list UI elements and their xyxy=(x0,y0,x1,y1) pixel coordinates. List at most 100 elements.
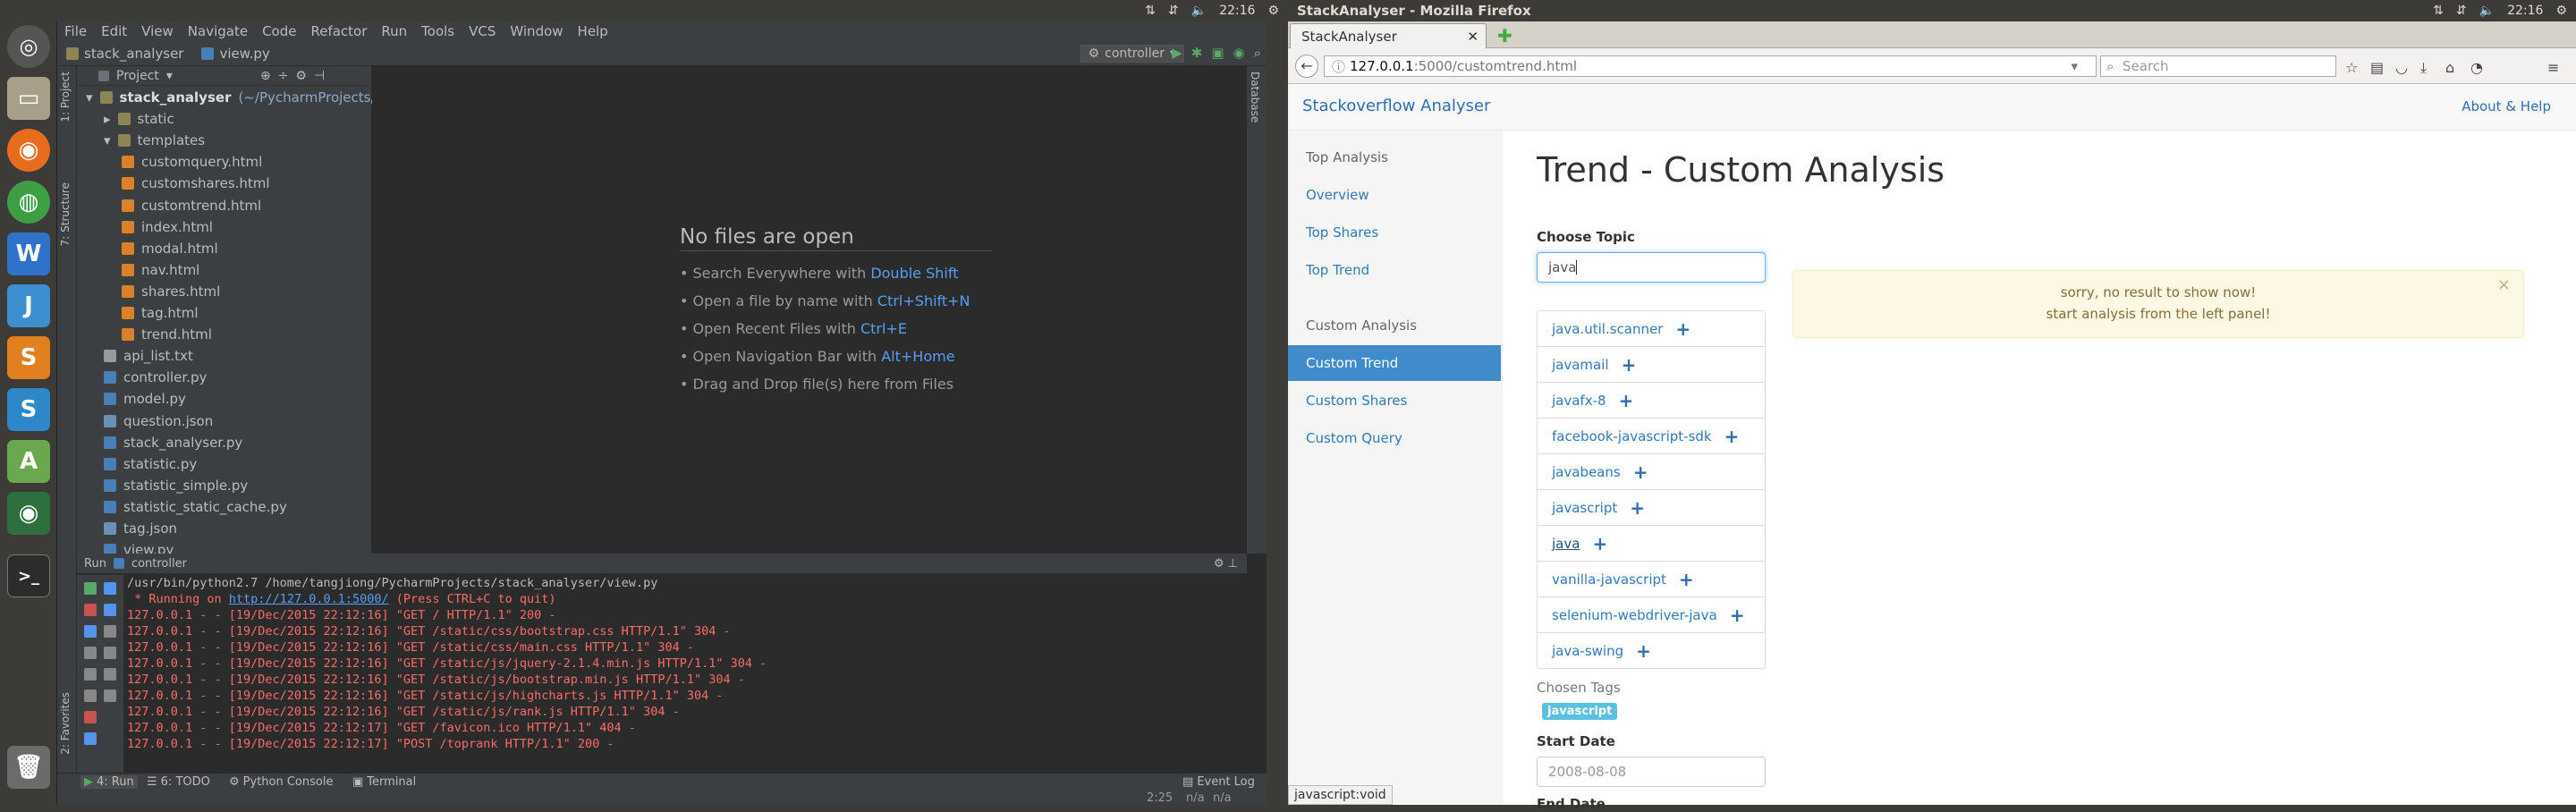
tab-database[interactable]: Database xyxy=(1249,72,1261,123)
sync-icon[interactable]: ⇅ xyxy=(2433,4,2444,18)
trash-icon[interactable] xyxy=(104,689,116,702)
add-icon[interactable]: + xyxy=(1730,605,1745,626)
add-icon[interactable]: + xyxy=(1592,533,1607,554)
site-brand[interactable]: Stackoverflow Analyser xyxy=(1302,97,1490,115)
menu-file[interactable]: File xyxy=(64,23,87,39)
suggestion-item[interactable]: java + xyxy=(1537,525,1766,562)
suggestion-label[interactable]: selenium-webdriver-java xyxy=(1552,607,1717,623)
add-icon[interactable]: + xyxy=(1619,390,1634,411)
menu-tools[interactable]: Tools xyxy=(421,23,454,39)
clock[interactable]: 22:16 xyxy=(1219,4,1255,18)
help-icon[interactable] xyxy=(84,732,97,745)
wps-writer-icon[interactable]: W xyxy=(7,233,50,275)
close-icon[interactable] xyxy=(84,711,97,723)
suggestion-item[interactable]: javafx-8 + xyxy=(1537,382,1766,419)
add-icon[interactable]: + xyxy=(1675,318,1690,340)
breadcrumb-file[interactable]: view.py xyxy=(192,46,278,62)
suggestion-label[interactable]: java xyxy=(1552,536,1580,552)
tree-item[interactable]: ▸ static xyxy=(104,109,174,129)
collapse-icon[interactable]: ÷ xyxy=(278,69,289,83)
settings-icon[interactable] xyxy=(84,668,97,681)
app-icon[interactable]: ◉ xyxy=(7,492,50,535)
files-icon[interactable]: ▭ xyxy=(7,77,50,120)
tree-item[interactable]: ▾ stack_analyser (~/PycharmProjects/stack xyxy=(86,88,411,107)
add-icon[interactable]: + xyxy=(1636,640,1651,662)
run-icon[interactable]: ▶ xyxy=(1172,45,1182,61)
tab-favorites[interactable]: 2: Favorites xyxy=(59,692,72,755)
add-icon[interactable]: + xyxy=(1724,426,1740,447)
sidebar-item-custom-shares[interactable]: Custom Shares xyxy=(1288,383,1501,419)
tree-item[interactable]: nav.html xyxy=(122,260,199,280)
chevron-down-icon[interactable]: ▾ xyxy=(166,69,173,83)
tree-item[interactable]: tag.html xyxy=(122,303,199,323)
wps-icon[interactable]: S xyxy=(7,388,50,431)
menu-window[interactable]: Window xyxy=(510,23,563,39)
coverage-icon[interactable]: ▣ xyxy=(1211,45,1224,61)
tree-item[interactable]: tag.json xyxy=(104,519,177,538)
pin-icon[interactable] xyxy=(84,689,97,702)
tab-python-console[interactable]: ⚙ Python Console xyxy=(229,775,333,789)
menu-edit[interactable]: Edit xyxy=(101,23,127,39)
tree-item[interactable]: shares.html xyxy=(122,282,220,301)
search-icon[interactable]: ⌕ xyxy=(1254,45,1261,61)
bookmark-star-icon[interactable]: ☆ xyxy=(2345,59,2358,76)
suggestion-item[interactable]: selenium-webdriver-java + xyxy=(1537,596,1766,633)
suggestion-label[interactable]: facebook-javascript-sdk xyxy=(1552,428,1712,444)
firefox-icon[interactable]: ◉ xyxy=(7,129,50,172)
rerun-icon[interactable] xyxy=(84,582,97,595)
back-arrow-icon[interactable]: ← xyxy=(1295,55,1318,78)
dump-threads-icon[interactable] xyxy=(84,647,97,659)
tree-item[interactable]: trend.html xyxy=(122,325,212,344)
menu-vcs[interactable]: VCS xyxy=(469,23,496,39)
settings-gear-icon[interactable]: ⚙ xyxy=(2555,4,2567,18)
tab-todo[interactable]: ☰ 6: TODO xyxy=(147,775,210,789)
expanded-arrow-icon[interactable]: ▾ xyxy=(86,89,93,106)
profile-icon[interactable]: ◉ xyxy=(1233,45,1245,61)
status-lineseparator[interactable]: n/a xyxy=(1213,791,1232,805)
suggestion-label[interactable]: javabeans xyxy=(1552,464,1621,480)
tree-item[interactable]: statistic_static_cache.py xyxy=(104,497,287,517)
browser-tab[interactable]: StackAnalyser ✕ xyxy=(1290,23,1487,48)
suggestion-item[interactable]: javascript + xyxy=(1537,489,1766,526)
sidebar-item-custom-query[interactable]: Custom Query xyxy=(1288,420,1501,456)
close-tab-icon[interactable]: ✕ xyxy=(1467,29,1479,45)
menu-run[interactable]: Run xyxy=(381,23,407,39)
volume-icon[interactable]: 🔈 xyxy=(1191,4,1207,18)
pause-icon[interactable] xyxy=(84,625,97,638)
new-tab-icon[interactable]: ✚ xyxy=(1497,25,1513,47)
sidebar-item-top-shares[interactable]: Top Shares xyxy=(1288,215,1501,250)
status-encoding[interactable]: n/a xyxy=(1186,791,1205,805)
url-bar[interactable]: ⓘ 127.0.0.1 :5000/customtrend.html ▾ ↻ xyxy=(1324,55,2114,77)
terminal-icon[interactable]: >_ xyxy=(7,554,50,597)
ide-icon[interactable]: J xyxy=(7,284,50,327)
home-icon[interactable]: ⌂ xyxy=(2445,59,2454,76)
gear-icon[interactable]: ⚙ ⊥ xyxy=(1214,557,1238,571)
clock[interactable]: 22:16 xyxy=(2507,4,2543,18)
tree-item[interactable]: ▾ templates xyxy=(104,131,205,150)
bookmarks-icon[interactable]: ▤ xyxy=(2370,59,2384,76)
volume-icon[interactable]: 🔈 xyxy=(2479,4,2495,18)
suggestion-item[interactable]: facebook-javascript-sdk + xyxy=(1537,418,1766,454)
server-url-link[interactable]: http://127.0.0.1:5000/ xyxy=(229,592,389,606)
chrome-icon[interactable]: ◍ xyxy=(7,181,50,224)
chat-icon[interactable]: ◔ xyxy=(2470,59,2483,76)
suggestion-label[interactable]: javamail xyxy=(1552,357,1609,373)
run-console[interactable]: /usr/bin/python2.7 /home/tangjiong/Pycha… xyxy=(127,575,1227,752)
tree-item[interactable]: api_list.txt xyxy=(104,346,193,366)
search-field[interactable]: ⌕ Search xyxy=(2100,55,2336,77)
tree-item[interactable]: statistic_simple.py xyxy=(104,476,248,495)
sidebar-item-top-trend[interactable]: Top Trend xyxy=(1288,252,1501,288)
suggestion-label[interactable]: javafx-8 xyxy=(1552,393,1606,409)
scroll-down-icon[interactable] xyxy=(104,604,116,616)
collapsed-arrow-icon[interactable]: ▸ xyxy=(104,111,111,127)
topic-input[interactable]: java xyxy=(1537,252,1766,283)
network-icon[interactable]: ⇵ xyxy=(1168,4,1179,18)
hamburger-menu-icon[interactable]: ≡ xyxy=(2547,59,2559,76)
tree-item[interactable]: stack_analyser.py xyxy=(104,433,242,453)
tab-structure[interactable]: 7: Structure xyxy=(59,182,72,246)
tab-terminal[interactable]: ▣ Terminal xyxy=(352,775,416,789)
sidebar-item-overview[interactable]: Overview xyxy=(1288,177,1501,213)
tree-item[interactable]: question.json xyxy=(104,411,213,431)
suggestion-label[interactable]: java.util.scanner xyxy=(1552,321,1663,337)
trash-icon[interactable]: 🗑 xyxy=(7,746,50,789)
